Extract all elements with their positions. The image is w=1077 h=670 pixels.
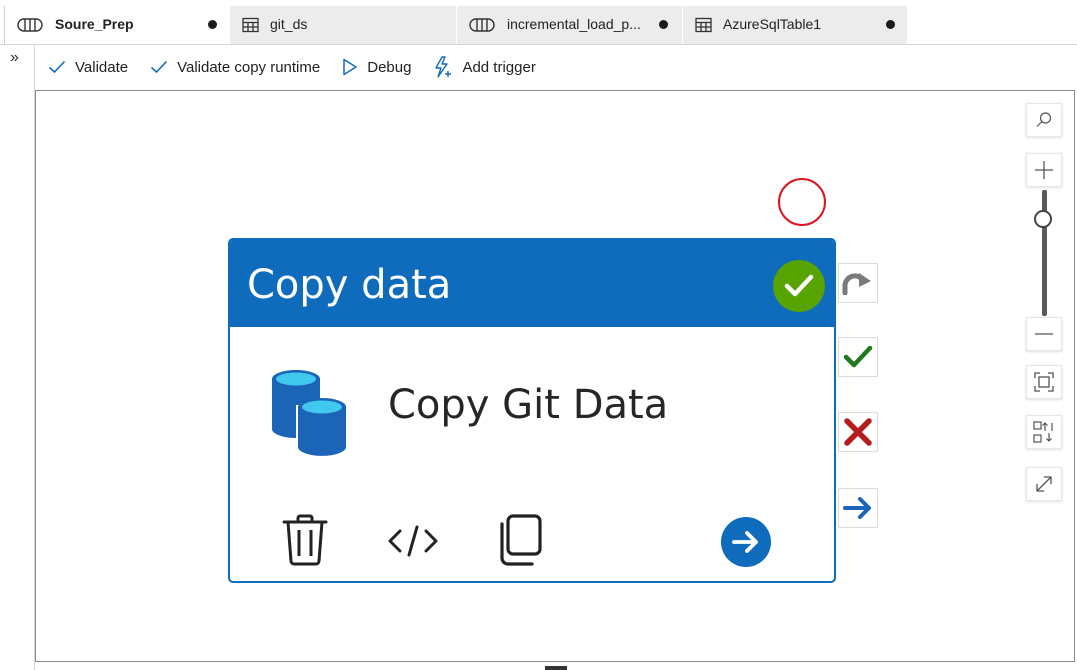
checkmark-icon [844,346,872,368]
debug-label: Debug [367,58,412,76]
copy-icon [500,514,542,566]
unsaved-dot-icon [886,20,895,29]
checkmark-icon [48,60,66,74]
tab-soure-prep[interactable]: Soure_Prep [5,6,229,44]
add-output-button[interactable] [720,516,772,573]
database-icon [270,365,352,462]
pipeline-icon [469,17,495,36]
on-failure-handle[interactable] [838,412,878,452]
delete-button[interactable] [282,514,328,571]
activity-name: Copy Git Data [388,382,669,428]
tab-label: git_ds [270,16,308,32]
left-collapsed-panel: » [4,45,35,670]
add-trigger-label: Add trigger [462,58,536,76]
activity-type-label: Copy data [247,262,452,308]
plus-icon [1035,161,1053,179]
code-icon [388,525,438,557]
pipeline-toolbar: Validate Validate copy runtime Debug Add… [48,52,558,82]
lightning-icon [435,56,452,78]
play-icon [343,58,357,76]
validate-button[interactable]: Validate [48,59,128,76]
tab-label: Soure_Prep [55,16,134,32]
tab-label: incremental_load_p... [507,16,641,32]
tab-git-ds[interactable]: git_ds [230,6,456,44]
zoom-slider-thumb[interactable] [1034,210,1052,228]
arrow-right-icon [843,497,871,519]
on-skip-handle[interactable] [838,263,878,303]
view-code-button[interactable] [388,525,438,562]
auto-align-icon [1033,421,1053,443]
expand-panel-button[interactable]: » [10,49,19,67]
fit-screen-icon [1034,372,1054,392]
annotation-circle [778,178,826,226]
full-screen-button[interactable] [1026,467,1062,501]
zoom-to-fit-button[interactable] [1026,365,1062,399]
skip-arrow-icon [842,273,871,295]
zoom-in-button[interactable] [1026,153,1062,187]
pipeline-icon [17,17,43,36]
tab-strip: Soure_Prep git_ds incremental_load_p... … [0,6,1077,45]
debug-button[interactable]: Debug [342,58,411,76]
table-icon [242,17,260,36]
x-icon [844,418,872,446]
checkmark-icon [151,60,168,74]
success-status-icon [773,260,825,312]
on-success-handle[interactable] [838,337,878,377]
unsaved-dot-icon [659,20,668,29]
search-canvas-button[interactable] [1026,103,1062,137]
minus-icon [1035,333,1053,335]
tab-label: AzureSqlTable1 [723,16,822,32]
arrow-right-circle-icon [721,517,771,567]
expand-arrows-icon [1036,476,1052,492]
unsaved-dot-icon [208,20,217,29]
tab-incremental-load[interactable]: incremental_load_p... [457,6,682,44]
table-icon [695,17,713,36]
on-completion-handle[interactable] [838,488,878,528]
validate-label: Validate [75,58,129,76]
tab-azuresqltable1[interactable]: AzureSqlTable1 [683,6,907,44]
validate-copy-runtime-label: Validate copy runtime [177,58,321,76]
validate-copy-runtime-button[interactable]: Validate copy runtime [150,59,320,76]
trash-icon [282,514,328,566]
add-trigger-button[interactable]: Add trigger [433,56,536,78]
search-icon [1036,112,1052,127]
copy-data-activity[interactable]: Copy data Copy Git Data [228,238,836,583]
resize-handle[interactable] [545,666,567,670]
zoom-out-button[interactable] [1026,317,1062,351]
clone-button[interactable] [496,514,544,571]
activity-header: Copy data [230,240,834,327]
auto-align-button[interactable] [1026,415,1062,449]
zoom-slider-track[interactable] [1042,190,1047,316]
